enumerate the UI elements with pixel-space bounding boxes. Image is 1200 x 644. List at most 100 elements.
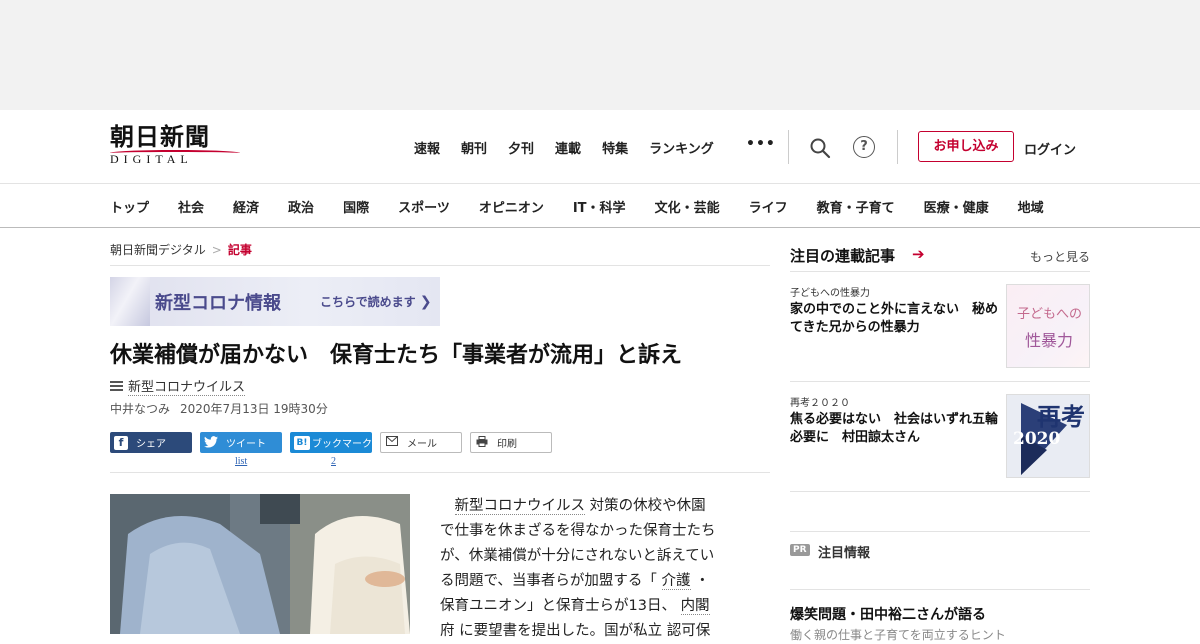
article-tag-row: 新型コロナウイルス: [110, 376, 770, 396]
series-category: 子どもへの性暴力: [790, 288, 870, 299]
thumb-text: 再考: [1037, 402, 1085, 431]
category-local[interactable]: 地域: [1018, 197, 1044, 216]
category-education[interactable]: 教育・子育て: [817, 197, 895, 216]
author-name: 中井なつみ: [110, 402, 171, 416]
nav-item-yuukan[interactable]: 夕刊: [508, 138, 534, 157]
nav-item-ranking[interactable]: ランキング: [649, 138, 714, 157]
hatena-count[interactable]: 2: [331, 456, 336, 467]
twitter-count[interactable]: list: [235, 456, 247, 467]
mail-share-button[interactable]: メール: [380, 432, 462, 453]
nav-item-tokushu[interactable]: 特集: [602, 138, 628, 157]
series-category: 再考２０２０: [790, 398, 850, 409]
series-title: 焦る必要はない 社会はいずれ五輪必要に 村田諒太さん: [790, 412, 999, 445]
inline-topic-link[interactable]: 介護: [661, 573, 691, 590]
thumb-text: 2020: [1013, 429, 1061, 449]
nav-item-sokuho[interactable]: 速報: [414, 138, 440, 157]
pr-section-header: PR 注目情報: [790, 532, 1090, 590]
sidebar-spacer: [790, 492, 1090, 532]
article-main: 朝日新聞デジタル > 記事 新型コロナ情報 こちらで読めます ❯ 休業補償が届かない…: [110, 228, 770, 639]
hatena-bookmark-icon: B!: [294, 435, 310, 450]
pr-badge: PR: [790, 544, 810, 556]
pr-item-subtitle: 働く親の仕事と子育てを両立するヒント: [790, 628, 1006, 642]
twitter-icon: [204, 435, 218, 450]
category-health[interactable]: 医療・健康: [924, 197, 989, 216]
publish-date: 2020年7月13日 19時30分: [180, 402, 328, 416]
thumb-text: 子どもへの: [1017, 307, 1083, 322]
breadcrumb-current: 記事: [227, 243, 252, 257]
body-line: る問題で、当事者らが加盟する「 介護 ・: [440, 573, 710, 590]
share-counts: list 2: [110, 454, 770, 470]
series-title: 家の中でのこと外に言えない 秘めてきた兄からの性暴力: [790, 302, 999, 335]
header-divider: [788, 130, 789, 164]
series-thumbnail: 再考 2020: [1006, 394, 1090, 478]
ad-banner-area: [0, 0, 1200, 110]
mail-icon: [385, 435, 399, 450]
inline-topic-link[interactable]: 新型コロナウイルス: [454, 498, 585, 515]
hatena-bookmark-button[interactable]: B! ブックマーク: [290, 432, 372, 453]
top-nav: 速報 朝刊 夕刊 連載 特集 ランキング: [414, 138, 735, 157]
header-divider: [897, 130, 898, 164]
corona-banner-link-text: こちらで読めます: [320, 295, 416, 309]
series-item[interactable]: 子どもへの性暴力 家の中でのこと外に言えない 秘めてきた兄からの性暴力 子どもへ…: [790, 272, 1090, 382]
category-nav: トップ 社会 経済 政治 国際 スポーツ オピニオン IT・科学 文化・芸能 ラ…: [0, 184, 1200, 228]
category-life[interactable]: ライフ: [749, 197, 788, 216]
article-headline: 休業補償が届かない 保育士たち「事業者が流用」と訴え: [110, 343, 683, 368]
mail-share-label: メール: [407, 439, 437, 450]
facebook-icon: f: [114, 435, 128, 450]
article-body: 新型コロナウイルス 対策の休校や休園 で仕事を休まざるを得なかった保育士たち が…: [440, 494, 750, 644]
category-international[interactable]: 国際: [343, 197, 369, 216]
search-icon[interactable]: [809, 137, 831, 159]
corona-info-banner[interactable]: 新型コロナ情報 こちらで読めます ❯: [110, 277, 440, 326]
featured-series-header: 注目の連載記事 ➔ もっと見る: [790, 228, 1090, 272]
category-it-science[interactable]: IT・科学: [573, 197, 626, 216]
breadcrumb-home[interactable]: 朝日新聞デジタル: [110, 243, 206, 257]
print-button[interactable]: 印刷: [470, 432, 552, 453]
print-icon: [475, 435, 489, 450]
nav-item-rensai[interactable]: 連載: [555, 138, 581, 157]
facebook-share-button[interactable]: f シェア: [110, 432, 192, 453]
chevron-right-icon: ❯: [419, 294, 432, 310]
featured-series-title: 注目の連載記事: [790, 247, 896, 265]
body-line: 保育ユニオン」と保育士らが13日、 内閣: [440, 598, 710, 615]
print-label: 印刷: [497, 439, 517, 450]
pr-item[interactable]: 爆笑問題・田中裕二さんが語る 働く親の仕事と子育てを両立するヒント: [790, 590, 1090, 642]
twitter-share-button[interactable]: ツイート: [200, 432, 282, 453]
topic-tag-link[interactable]: 新型コロナウイルス: [128, 376, 246, 396]
body-line: が、休業補償が十分にされないと訴えてい: [440, 548, 715, 564]
body-line: 府 に要望書を提出した。国が私立 認可保: [440, 623, 711, 639]
subscribe-button[interactable]: お申し込み: [918, 131, 1014, 162]
category-economy[interactable]: 経済: [233, 197, 259, 216]
twitter-share-label: ツイート: [226, 439, 266, 450]
category-society[interactable]: 社会: [178, 197, 204, 216]
banner-decoration: [110, 277, 150, 326]
login-link[interactable]: ログイン: [1024, 139, 1076, 158]
category-opinion[interactable]: オピニオン: [479, 197, 544, 216]
help-icon[interactable]: ?: [853, 136, 875, 158]
article-byline: 中井なつみ 2020年7月13日 19時30分: [110, 400, 770, 417]
series-item[interactable]: 再考２０２０ 焦る必要はない 社会はいずれ五輪必要に 村田諒太さん 再考 202…: [790, 382, 1090, 492]
nav-item-choukan[interactable]: 朝刊: [461, 138, 487, 157]
share-buttons: f シェア ツイート B! ブックマーク メール 印刷: [110, 432, 770, 454]
sidebar: 注目の連載記事 ➔ もっと見る 子どもへの性暴力 家の中でのこと外に言えない 秘…: [790, 228, 1090, 642]
body-line: で仕事を休まざるを得なかった保育士たち: [440, 523, 716, 539]
category-top[interactable]: トップ: [110, 197, 149, 216]
breadcrumb: 朝日新聞デジタル > 記事: [110, 228, 770, 266]
corona-banner-title: 新型コロナ情報: [155, 293, 281, 314]
see-more-link[interactable]: もっと見る: [1030, 248, 1090, 265]
pr-section-label: 注目情報: [818, 546, 871, 561]
arrow-right-icon[interactable]: ➔: [912, 245, 925, 263]
category-sports[interactable]: スポーツ: [398, 197, 450, 216]
article-photo[interactable]: [110, 494, 410, 634]
site-header: 朝日新聞 DIGITAL 速報 朝刊 夕刊 連載 特集 ランキング ••• ? …: [0, 110, 1200, 184]
corona-banner-link: こちらで読めます ❯: [320, 293, 432, 310]
category-politics[interactable]: 政治: [288, 197, 314, 216]
body-line: 新型コロナウイルス 対策の休校や休園: [454, 498, 706, 515]
asahi-logo[interactable]: 朝日新聞 DIGITAL: [110, 124, 245, 174]
series-thumbnail: 子どもへの 性暴力: [1006, 284, 1090, 368]
hatena-bookmark-label: ブックマーク: [312, 439, 372, 450]
inline-topic-link[interactable]: 内閣: [680, 598, 710, 615]
article-divider: [110, 472, 770, 473]
category-culture[interactable]: 文化・芸能: [655, 197, 720, 216]
more-menu-icon[interactable]: •••: [746, 136, 776, 152]
thumb-text: 性暴力: [1025, 331, 1074, 350]
